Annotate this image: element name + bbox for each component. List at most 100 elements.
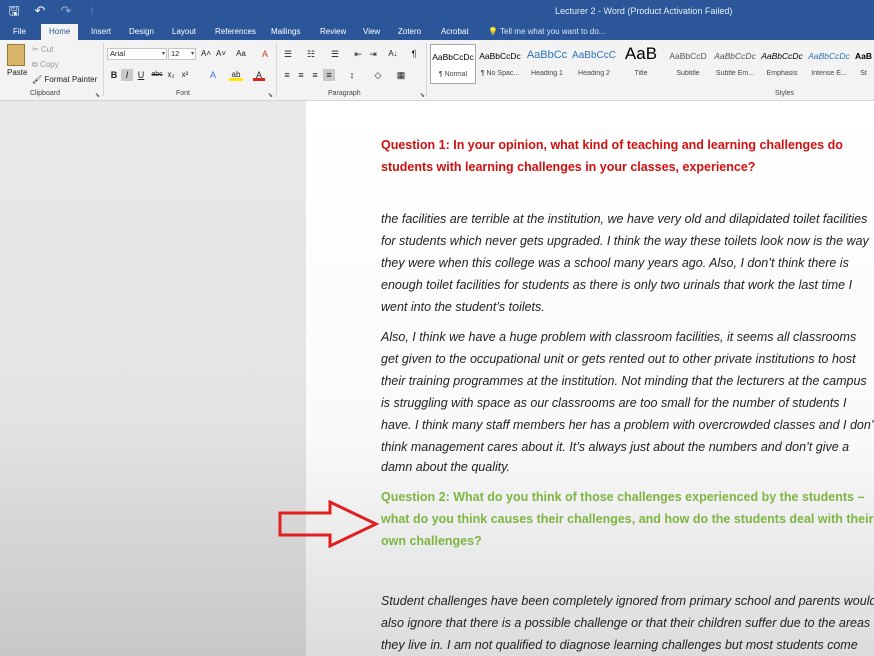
red-arrow-annotation	[278, 500, 380, 548]
font-group-label: Font	[176, 90, 191, 97]
grow-font-button[interactable]: A˄	[199, 48, 213, 60]
style-subtitle[interactable]: AaBbCcD Subtitle	[665, 44, 711, 84]
highlight-button[interactable]: ab	[229, 69, 243, 81]
tab-design[interactable]: Design	[125, 24, 158, 40]
tab-references[interactable]: References	[211, 24, 260, 40]
answer-1-line: the facilities are terrible at the insti…	[381, 212, 868, 226]
style-sample: AaBbCcDc	[432, 52, 474, 62]
answer-2-line: think management cares about it. It’s al…	[381, 440, 850, 454]
title-bar: 🖫 ↶ ↷ ⫶ Lecturer 2 - Word (Product Activ…	[0, 0, 874, 24]
ribbon-tabs: File Home Insert Design Layout Reference…	[0, 24, 874, 40]
question-2-line: own challenges?	[381, 534, 482, 548]
numbering-button[interactable]: ☷	[304, 48, 318, 60]
customize-qat-icon[interactable]: ⫶	[84, 3, 100, 19]
style-sample: AaB	[854, 51, 872, 61]
cut-button[interactable]: ✂ Cut	[32, 45, 53, 54]
format-painter-label: Format Painter	[44, 75, 98, 84]
style-no-spacing[interactable]: AaBbCcDc ¶ No Spac...	[477, 44, 523, 84]
copy-button[interactable]: ⧉ Copy	[32, 60, 59, 70]
tab-file[interactable]: File	[9, 24, 30, 40]
style-heading-1[interactable]: AaBbCc Heading 1	[524, 44, 570, 84]
tell-me-text: Tell me what you want to do...	[500, 27, 606, 36]
shading-button[interactable]: ◇	[371, 69, 385, 81]
style-title[interactable]: AaB Title	[618, 44, 664, 84]
clipboard-dialog-launcher-icon[interactable]: ⬊	[95, 92, 100, 99]
italic-button[interactable]: I	[121, 69, 133, 81]
tab-acrobat[interactable]: Acrobat	[437, 24, 473, 40]
question-2-line: what do you think causes their challenge…	[381, 512, 874, 526]
tab-insert[interactable]: Insert	[87, 24, 115, 40]
multilevel-list-button[interactable]: ☰	[328, 48, 342, 60]
style-intense-emphasis[interactable]: AaBbCcDc Intense E...	[806, 44, 852, 84]
borders-button[interactable]: ▦	[394, 69, 408, 81]
strikethrough-button[interactable]: abc	[150, 69, 164, 81]
align-right-button[interactable]: ≡	[309, 69, 321, 81]
subscript-button[interactable]: x₂	[165, 69, 177, 81]
style-sample: AaBbCcDc	[761, 51, 803, 61]
answer-1-line: for students which never gets upgraded. …	[381, 234, 869, 248]
change-case-button[interactable]: Aa	[232, 48, 250, 60]
style-strong[interactable]: AaB St	[853, 44, 874, 84]
chevron-down-icon: ▾	[161, 51, 165, 57]
paste-button[interactable]: Paste	[7, 68, 27, 77]
underline-button[interactable]: U	[135, 69, 147, 81]
align-left-button[interactable]: ≡	[281, 69, 293, 81]
save-icon[interactable]: 🖫	[6, 3, 22, 19]
tell-me-search[interactable]: 💡 Tell me what you want to do...	[488, 24, 605, 40]
tab-zotero[interactable]: Zotero	[394, 24, 425, 40]
answer-3-line: also ignore that there is a possible cha…	[381, 616, 871, 630]
divider	[276, 43, 277, 96]
tab-home[interactable]: Home	[41, 24, 79, 40]
font-color-button[interactable]: A	[253, 69, 265, 81]
center-button[interactable]: ≡	[295, 69, 307, 81]
format-painter-button[interactable]: 🖌 Format Painter	[32, 75, 97, 84]
style-heading-2[interactable]: AaBbCcC Heading 2	[571, 44, 617, 84]
tab-view[interactable]: View	[359, 24, 384, 40]
style-sample: AaBbCcD	[669, 51, 707, 61]
sort-button[interactable]: A↓	[386, 48, 400, 60]
style-sample: AaBbCc	[526, 49, 568, 61]
line-spacing-button[interactable]: ↕	[345, 69, 359, 81]
style-name: Heading 2	[578, 70, 610, 77]
brush-icon: 🖌	[32, 75, 45, 84]
answer-2-line: have. I think many staff members her has…	[381, 418, 874, 432]
superscript-button[interactable]: x²	[179, 69, 191, 81]
font-name-value: Arial	[110, 49, 126, 58]
quick-access-toolbar: 🖫 ↶ ↷ ⫶	[6, 3, 100, 19]
font-name-box[interactable]: Arial ▾	[107, 48, 167, 60]
divider	[426, 43, 427, 96]
tab-mailings[interactable]: Mailings	[267, 24, 304, 40]
bold-button[interactable]: B	[108, 69, 120, 81]
font-dialog-launcher-icon[interactable]: ⬊	[268, 92, 273, 99]
answer-1-line: went into the student’s toilets.	[381, 300, 545, 314]
increase-indent-button[interactable]: ⇥	[367, 48, 379, 60]
paste-icon[interactable]	[7, 44, 25, 66]
answer-2-line: damn about the quality.	[381, 460, 511, 474]
undo-icon[interactable]: ↶	[32, 3, 48, 19]
clipboard-group-label: Clipboard	[30, 90, 60, 97]
show-formatting-button[interactable]: ¶	[408, 48, 420, 60]
paragraph-dialog-launcher-icon[interactable]: ⬊	[420, 92, 425, 99]
font-size-box[interactable]: 12 ▾	[168, 48, 196, 60]
tab-review[interactable]: Review	[316, 24, 350, 40]
redo-icon[interactable]: ↷	[58, 3, 74, 19]
text-effects-button[interactable]: A	[207, 69, 219, 81]
font-size-value: 12	[171, 49, 180, 58]
style-subtle-emphasis[interactable]: AaBbCcDc Subtle Em...	[712, 44, 758, 84]
style-emphasis[interactable]: AaBbCcDc Emphasis	[759, 44, 805, 84]
shrink-font-button[interactable]: A˅	[214, 48, 228, 60]
answer-2-line: get given to the occupational unit or ge…	[381, 352, 856, 366]
ribbon: Paste ✂ Cut ⧉ Copy 🖌 Format Painter Clip…	[0, 40, 874, 101]
style-name: Intense E...	[811, 70, 847, 77]
chevron-down-icon: ▾	[190, 51, 194, 57]
clear-formatting-button[interactable]: A	[258, 48, 272, 60]
tab-layout[interactable]: Layout	[168, 24, 200, 40]
justify-button[interactable]: ≡	[323, 69, 335, 81]
decrease-indent-button[interactable]: ⇤	[352, 48, 364, 60]
document-page[interactable]: Question 1: In your opinion, what kind o…	[306, 101, 874, 656]
style-normal[interactable]: AaBbCcDc ¶ Normal	[430, 44, 476, 84]
style-name: St	[860, 70, 867, 77]
style-name: Subtitle	[676, 70, 700, 77]
bullets-button[interactable]: ☰	[281, 48, 295, 60]
divider	[103, 43, 104, 96]
